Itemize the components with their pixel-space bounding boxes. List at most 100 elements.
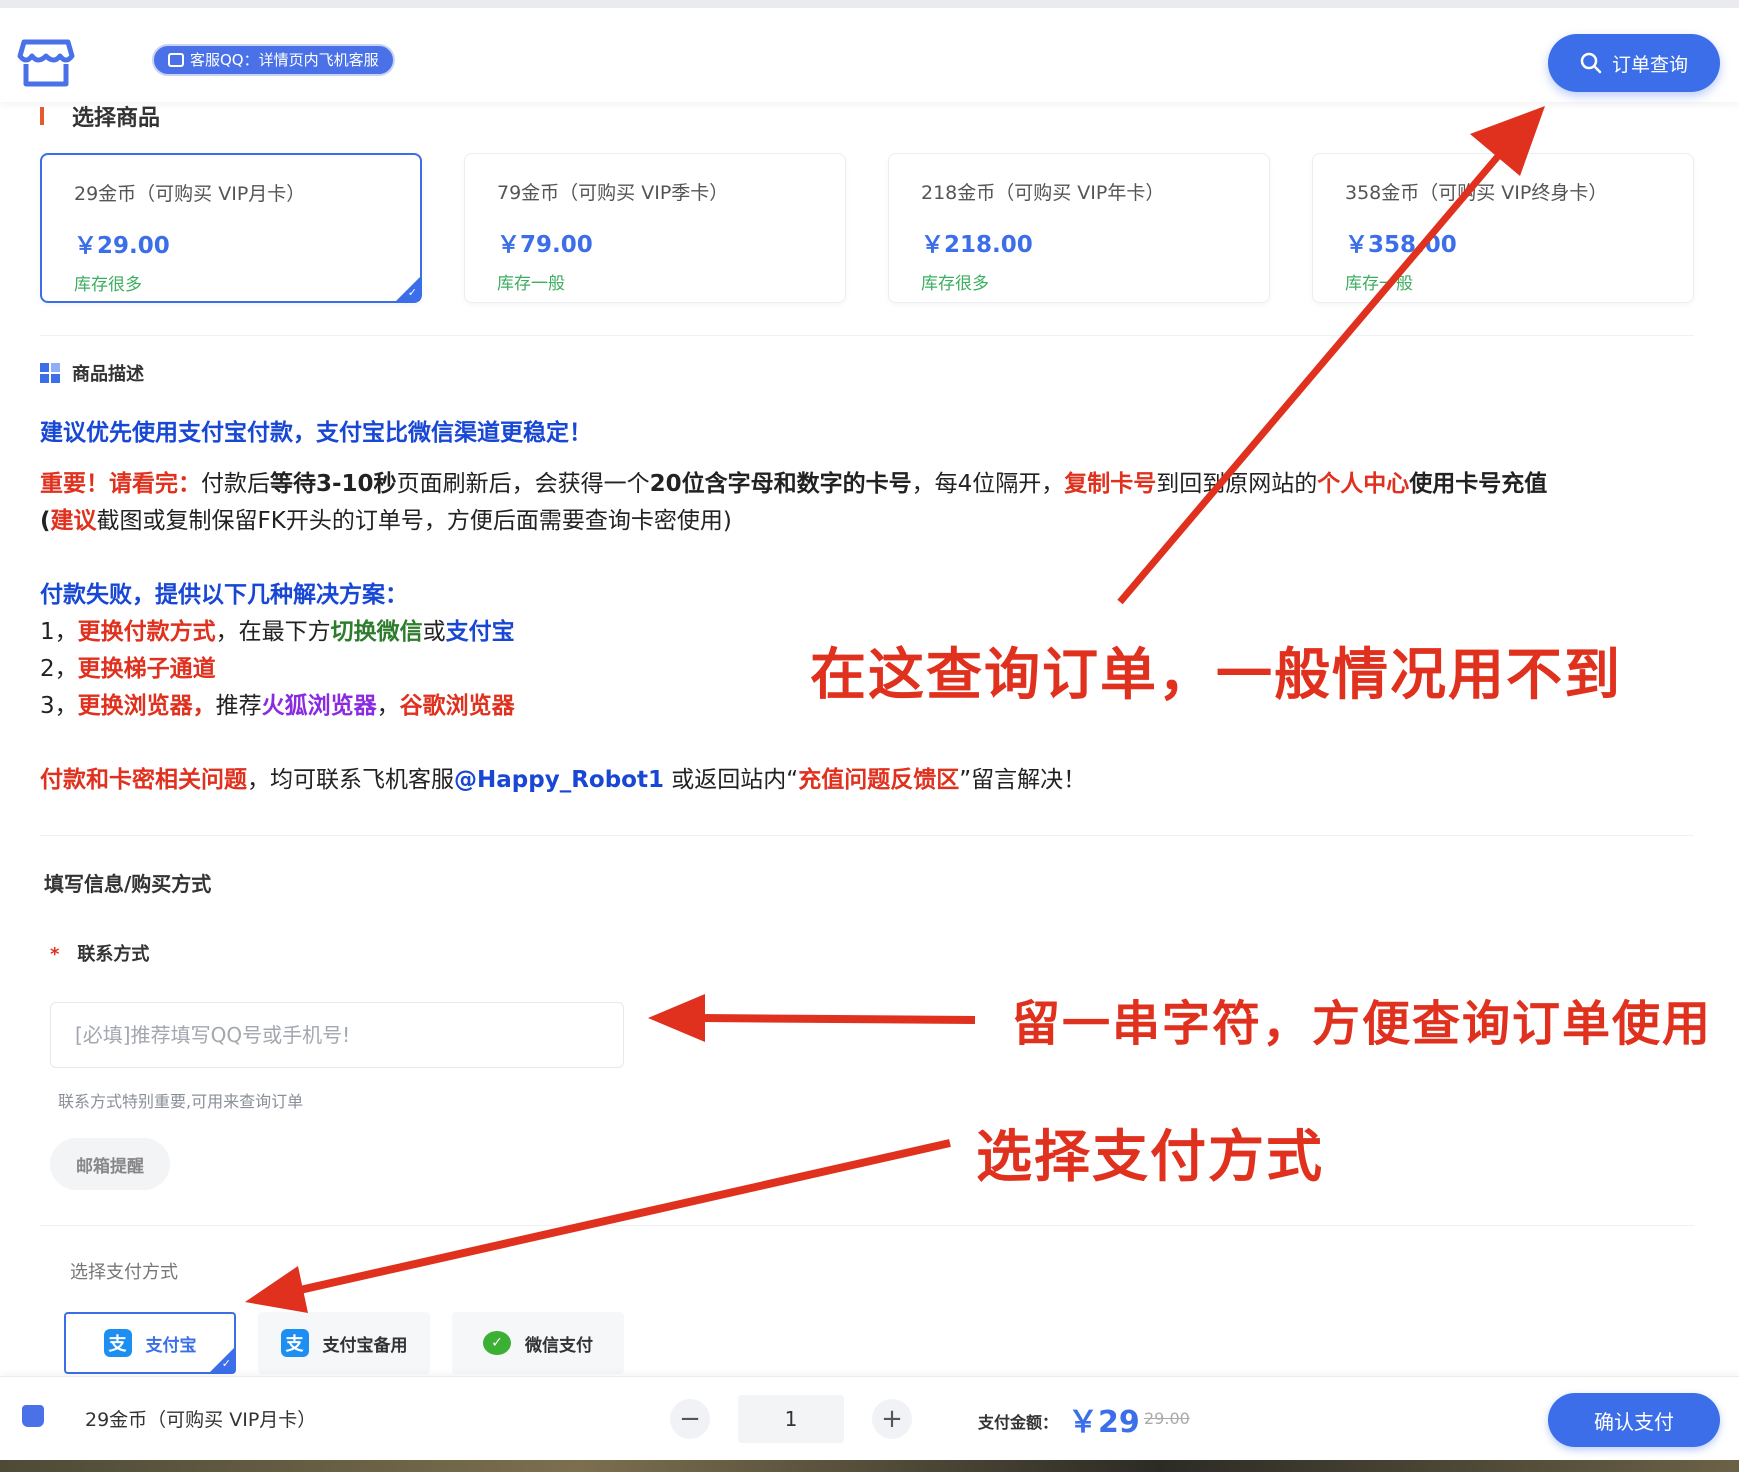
order-query-label: 订单查询 xyxy=(1611,53,1688,76)
text: 个人中心 xyxy=(1317,471,1410,497)
top-bar: 客服QQ：详情页内飞机客服 订单查询 xyxy=(0,0,1739,102)
contact-label-text: 联系方式 xyxy=(77,944,150,965)
contact-input[interactable] xyxy=(50,1002,624,1068)
divider xyxy=(40,1225,1694,1226)
original-amount: 29.00 xyxy=(1144,1409,1190,1428)
check-icon: ✓ xyxy=(221,1357,231,1370)
product-stock: 库存一般 xyxy=(1345,274,1413,294)
confirm-pay-button[interactable]: 确认支付 xyxy=(1548,1393,1720,1447)
contact-label: * 联系方式 xyxy=(50,940,149,966)
text: ”留言解决！ xyxy=(959,767,1087,793)
divider xyxy=(40,335,1694,336)
text: ，在最下方 xyxy=(215,619,331,645)
recommend-text: 建议优先使用支付宝付款，支付宝比微信渠道更稳定！ xyxy=(40,420,592,446)
product-name: 29金币（可购买 VIP月卡） xyxy=(74,183,306,205)
checkout-bar: 29金币（可购买 VIP月卡） − 1 + 支付金额： ￥29 29.00 确认… xyxy=(0,1376,1739,1460)
product-stock: 库存很多 xyxy=(74,275,142,295)
section-title-text: 选择商品 xyxy=(72,106,161,131)
text: 火狐浏览器 xyxy=(261,693,377,719)
order-query-button[interactable]: 订单查询 xyxy=(1548,34,1720,92)
customer-service-badge[interactable]: 客服QQ：详情页内飞机客服 xyxy=(152,44,395,76)
text: 1， xyxy=(40,619,78,645)
quantity-decrease-button[interactable]: − xyxy=(670,1399,710,1439)
form-title: 填写信息/购买方式 xyxy=(44,872,212,896)
desktop-background-strip xyxy=(0,1460,1739,1472)
annotation-query-note: 在这查询订单，一般情况用不到 xyxy=(810,643,1622,708)
chat-icon xyxy=(168,53,184,67)
text: 等待3-10秒 xyxy=(270,471,397,497)
product-description: 建议优先使用支付宝付款，支付宝比微信渠道更稳定！ 重要！请看完：付款后等待3-1… xyxy=(40,415,1700,799)
annotation-pay-note: 选择支付方式 xyxy=(976,1125,1324,1190)
pay-amount-label: 支付金额： xyxy=(978,1413,1059,1432)
cart-icon xyxy=(22,1405,44,1427)
email-reminder-button[interactable]: 邮箱提醒 xyxy=(50,1138,170,1190)
annotation-contact-note: 留一串字符，方便查询订单使用 xyxy=(1012,996,1713,1052)
text: 复制卡号 xyxy=(1064,471,1157,497)
text: 谷歌浏览器 xyxy=(399,693,515,719)
product-name: 218金币（可购买 VIP年卡） xyxy=(921,182,1165,204)
support-handle-link[interactable]: @Happy_Robot1 xyxy=(454,767,664,793)
text: ，均可联系飞机客服 xyxy=(247,767,454,793)
text: 20位含字母和数字的卡号 xyxy=(649,471,912,497)
text: 到回到原网站的 xyxy=(1156,471,1318,497)
pay-label: 微信支付 xyxy=(525,1335,593,1356)
feedback-area-link[interactable]: 充值问题反馈区 xyxy=(798,767,959,793)
pay-label: 支付宝 xyxy=(145,1335,197,1356)
text: 付款后 xyxy=(201,471,270,497)
description-line-recommend: 建议优先使用支付宝付款，支付宝比微信渠道更稳定！ xyxy=(40,415,1700,452)
text: 3， xyxy=(40,693,78,719)
text: 付款和卡密相关问题 xyxy=(40,767,247,793)
product-stock: 库存很多 xyxy=(921,274,989,294)
text: 截图或复制保留FK开头的订单号，方便后面需要查询卡密使用) xyxy=(96,508,732,534)
product-stock: 库存一般 xyxy=(497,274,565,294)
quantity-increase-button[interactable]: + xyxy=(872,1399,912,1439)
product-list: 29金币（可购买 VIP月卡） ￥29.00 库存很多 ✓ 79金币（可购买 V… xyxy=(40,153,1694,303)
section-accent-bar xyxy=(40,107,44,125)
alipay-icon: 支 xyxy=(103,1329,132,1357)
product-card-vip-year[interactable]: 218金币（可购买 VIP年卡） ￥218.00 库存很多 xyxy=(888,153,1270,303)
payment-method-title: 选择支付方式 xyxy=(70,1262,178,1283)
quantity-input[interactable]: 1 xyxy=(738,1395,844,1443)
text: 或返回站内“ xyxy=(663,767,799,793)
product-card-vip-season[interactable]: 79金币（可购买 VIP季卡） ￥79.00 库存一般 xyxy=(464,153,846,303)
pay-wechat-button[interactable]: ✓ 微信支付 xyxy=(452,1312,624,1374)
arrow-to-contact-input xyxy=(648,994,976,1042)
text: 更换浏览器， xyxy=(77,693,216,719)
pay-alipay-button[interactable]: 支 支付宝 ✓ xyxy=(64,1312,236,1374)
product-name: 79金币（可购买 VIP季卡） xyxy=(497,182,729,204)
text: 页面刷新后，会获得一个 xyxy=(396,471,650,497)
product-card-vip-lifetime[interactable]: 358金币（可购买 VIP终身卡） ￥358.00 库存一般 xyxy=(1312,153,1694,303)
description-line-important: 重要！请看完：付款后等待3-10秒页面刷新后，会获得一个20位含字母和数字的卡号… xyxy=(40,466,1700,503)
customer-service-text: 客服QQ：详情页内飞机客服 xyxy=(190,51,379,69)
description-title: 商品描述 xyxy=(72,364,144,385)
selected-product-name: 29金币（可购买 VIP月卡） xyxy=(85,1409,317,1431)
arrow-to-payment xyxy=(245,1139,951,1313)
text: 支付宝 xyxy=(445,619,515,645)
text: 付款失败，提供以下几种解决方案： xyxy=(40,582,408,608)
text: ( xyxy=(40,508,51,534)
product-price: ￥79.00 xyxy=(497,232,593,258)
select-product-heading: 选择商品 xyxy=(40,100,160,132)
text: 使用卡号充值 xyxy=(1409,471,1548,497)
pay-alipay-backup-button[interactable]: 支 支付宝备用 xyxy=(258,1312,430,1374)
text: 或 xyxy=(422,619,446,645)
product-price: ￥358.00 xyxy=(1345,232,1457,258)
text: 更换付款方式 xyxy=(77,619,216,645)
text: 建议 xyxy=(50,508,97,534)
text: ， xyxy=(376,693,400,719)
important-label: 重要！请看完： xyxy=(40,471,201,497)
description-line-suggest: (建议截图或复制保留FK开头的订单号，方便后面需要查询卡密使用) xyxy=(40,503,1700,540)
text: ，每4位隔开， xyxy=(911,471,1065,497)
product-price: ￥29.00 xyxy=(74,233,170,259)
required-mark: * xyxy=(50,944,60,965)
text: 更换梯子通道 xyxy=(77,656,216,682)
check-icon: ✓ xyxy=(407,286,417,299)
wechat-icon: ✓ xyxy=(483,1331,511,1355)
product-card-vip-month[interactable]: 29金币（可购买 VIP月卡） ￥29.00 库存很多 ✓ xyxy=(40,153,422,303)
divider xyxy=(40,835,1694,836)
search-icon xyxy=(1580,52,1602,74)
store-logo-icon[interactable] xyxy=(16,30,76,90)
pay-label: 支付宝备用 xyxy=(322,1335,408,1356)
text: 切换微信 xyxy=(330,619,423,645)
contact-support-line: 付款和卡密相关问题，均可联系飞机客服@Happy_Robot1 或返回站内“充值… xyxy=(40,762,1700,799)
